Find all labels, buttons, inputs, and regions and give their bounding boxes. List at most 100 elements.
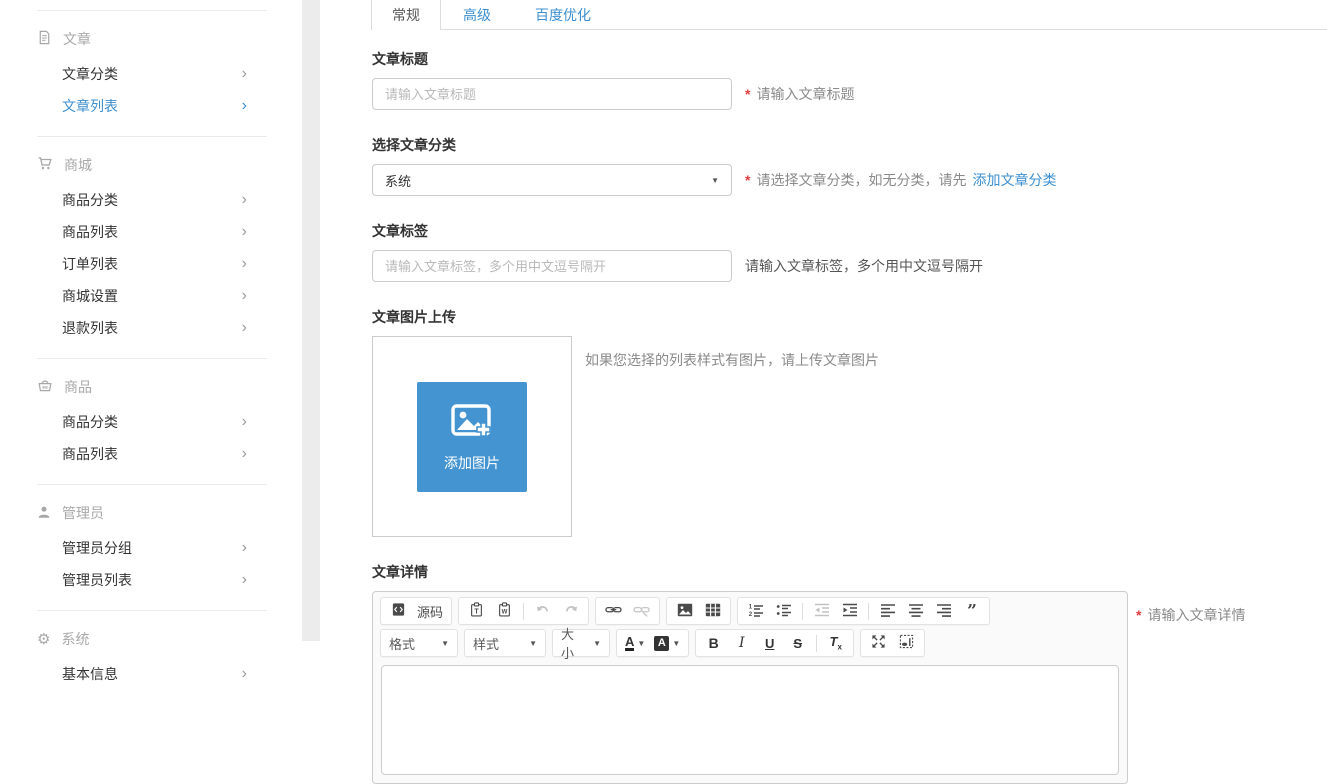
sidebar-item-product-list[interactable]: 商品列表 › (37, 216, 267, 248)
paste-word-button[interactable]: W (495, 601, 514, 621)
add-image-label: 添加图片 (444, 453, 500, 473)
paste-text-button[interactable]: T (467, 601, 486, 621)
strikethrough-button[interactable]: S (788, 633, 807, 653)
align-right-button[interactable] (934, 601, 953, 621)
chevron-right-icon: › (242, 414, 247, 430)
add-image-button[interactable]: 添加图片 (417, 382, 527, 492)
size-combo[interactable]: 大小 ▼ (552, 629, 610, 657)
field-hint: * 请输入文章标题 (745, 84, 854, 104)
add-category-link[interactable]: 添加文章分类 (972, 170, 1056, 190)
paste-text-icon: T (469, 602, 484, 620)
sidebar-section-admin: 管理员 管理员分组 › 管理员列表 › (37, 484, 267, 610)
sidebar-item-refund-list[interactable]: 退款列表 › (37, 312, 267, 344)
bg-color-button[interactable]: A ▼ (654, 633, 680, 653)
unlink-icon (633, 602, 650, 620)
sidebar-item-article-category[interactable]: 文章分类 › (37, 58, 267, 90)
bullet-list-button[interactable] (774, 601, 793, 621)
chevron-right-icon: › (242, 224, 247, 240)
field-article-detail: 文章详情 源码 (372, 562, 1327, 784)
sidebar-item-admin-group[interactable]: 管理员分组 › (37, 532, 267, 564)
mall-icon (37, 156, 53, 174)
blockquote-icon: ” (964, 603, 980, 620)
sidebar-item-mall-settings[interactable]: 商城设置 › (37, 280, 267, 312)
align-right-icon (936, 603, 952, 620)
select-arrow-icon: ▼ (711, 176, 719, 185)
tab-advanced[interactable]: 高级 (441, 0, 513, 29)
chevron-right-icon: › (242, 288, 247, 304)
insert-table-button[interactable] (703, 601, 722, 621)
undo-button[interactable] (533, 601, 552, 621)
style-combo[interactable]: 样式 ▼ (464, 629, 546, 657)
chevron-right-icon: › (242, 320, 247, 336)
svg-text:W: W (502, 609, 508, 616)
align-left-icon (880, 603, 896, 620)
combo-arrow-icon: ▼ (672, 639, 680, 648)
align-left-button[interactable] (878, 601, 897, 621)
sidebar-item-product-category[interactable]: 商品分类 › (37, 184, 267, 216)
text-color-button[interactable]: A ▼ (625, 633, 645, 653)
article-category-select[interactable]: 系统 ▼ (372, 164, 732, 196)
chevron-right-icon: › (242, 446, 247, 462)
chevron-right-icon: › (242, 66, 247, 82)
sidebar-section-label: 商城 (64, 155, 92, 175)
indent-button[interactable] (840, 601, 859, 621)
unlink-button[interactable] (632, 601, 651, 621)
blockquote-button[interactable]: ” (962, 601, 981, 621)
source-button[interactable] (389, 601, 408, 621)
redo-icon (563, 602, 579, 620)
remove-format-button[interactable]: Tx (826, 633, 845, 653)
format-combo[interactable]: 格式 ▼ (380, 629, 458, 657)
source-button-label: 源码 (417, 602, 443, 621)
sidebar-item-basic-info[interactable]: 基本信息 › (37, 658, 267, 690)
sidebar-section-label: 商品 (64, 377, 92, 397)
svg-text:2: 2 (748, 612, 752, 617)
sidebar-item-article-list[interactable]: 文章列表 › (37, 90, 267, 122)
maximize-button[interactable] (869, 633, 888, 653)
redo-button[interactable] (561, 601, 580, 621)
tab-baidu-seo[interactable]: 百度优化 (513, 0, 613, 29)
show-blocks-button[interactable] (897, 633, 916, 653)
sidebar-section-admin-header: 管理员 (37, 499, 267, 527)
article-title-input[interactable] (372, 78, 732, 110)
bold-icon: B (709, 635, 719, 651)
show-blocks-icon (899, 634, 914, 652)
sidebar-item-order-list[interactable]: 订单列表 › (37, 248, 267, 280)
link-button[interactable] (604, 601, 623, 621)
add-image-icon (448, 401, 496, 446)
chevron-right-icon: › (242, 98, 247, 114)
rich-text-editor: 源码 T W (372, 591, 1128, 784)
bold-button[interactable]: B (704, 633, 723, 653)
svg-text:1: 1 (748, 604, 752, 610)
ordered-list-button[interactable]: 12 (746, 601, 765, 621)
article-icon (37, 30, 52, 48)
indent-icon (842, 603, 858, 620)
article-tags-input[interactable] (372, 250, 732, 282)
sidebar-section-label: 管理员 (62, 503, 104, 523)
outdent-icon (814, 603, 830, 620)
sidebar-section-article-header: 文章 (37, 25, 267, 53)
outdent-button[interactable] (812, 601, 831, 621)
tab-general[interactable]: 常规 (371, 0, 441, 30)
align-center-icon (908, 603, 924, 620)
field-label: 文章图片上传 (372, 307, 1327, 327)
sidebar-section-label: 系统 (61, 629, 89, 649)
insert-image-button[interactable] (675, 601, 694, 621)
field-hint: * 请输入文章详情 (1136, 605, 1245, 625)
sidebar-section-mall: 商城 商品分类 › 商品列表 › 订单列表 › 商城设置 › 退款列表 › (37, 136, 267, 358)
underline-button[interactable]: U (760, 633, 779, 653)
italic-icon: I (739, 635, 745, 651)
sidebar-item-goods-category[interactable]: 商品分类 › (37, 406, 267, 438)
sidebar-item-goods-list[interactable]: 商品列表 › (37, 438, 267, 470)
source-icon (391, 602, 406, 620)
link-icon (605, 602, 622, 620)
chevron-right-icon: › (242, 572, 247, 588)
select-value: 系统 (385, 171, 411, 190)
system-icon: ⚙ (37, 632, 50, 647)
field-article-category: 选择文章分类 系统 ▼ * 请选择文章分类，如无分类，请先 添加文章分类 (372, 135, 1327, 196)
italic-button[interactable]: I (732, 633, 751, 653)
align-center-button[interactable] (906, 601, 925, 621)
sidebar-item-admin-list[interactable]: 管理员列表 › (37, 564, 267, 596)
chevron-right-icon: › (242, 540, 247, 556)
sidebar-section-system: ⚙ 系统 基本信息 › (37, 610, 267, 704)
editor-content-area[interactable] (381, 665, 1119, 775)
